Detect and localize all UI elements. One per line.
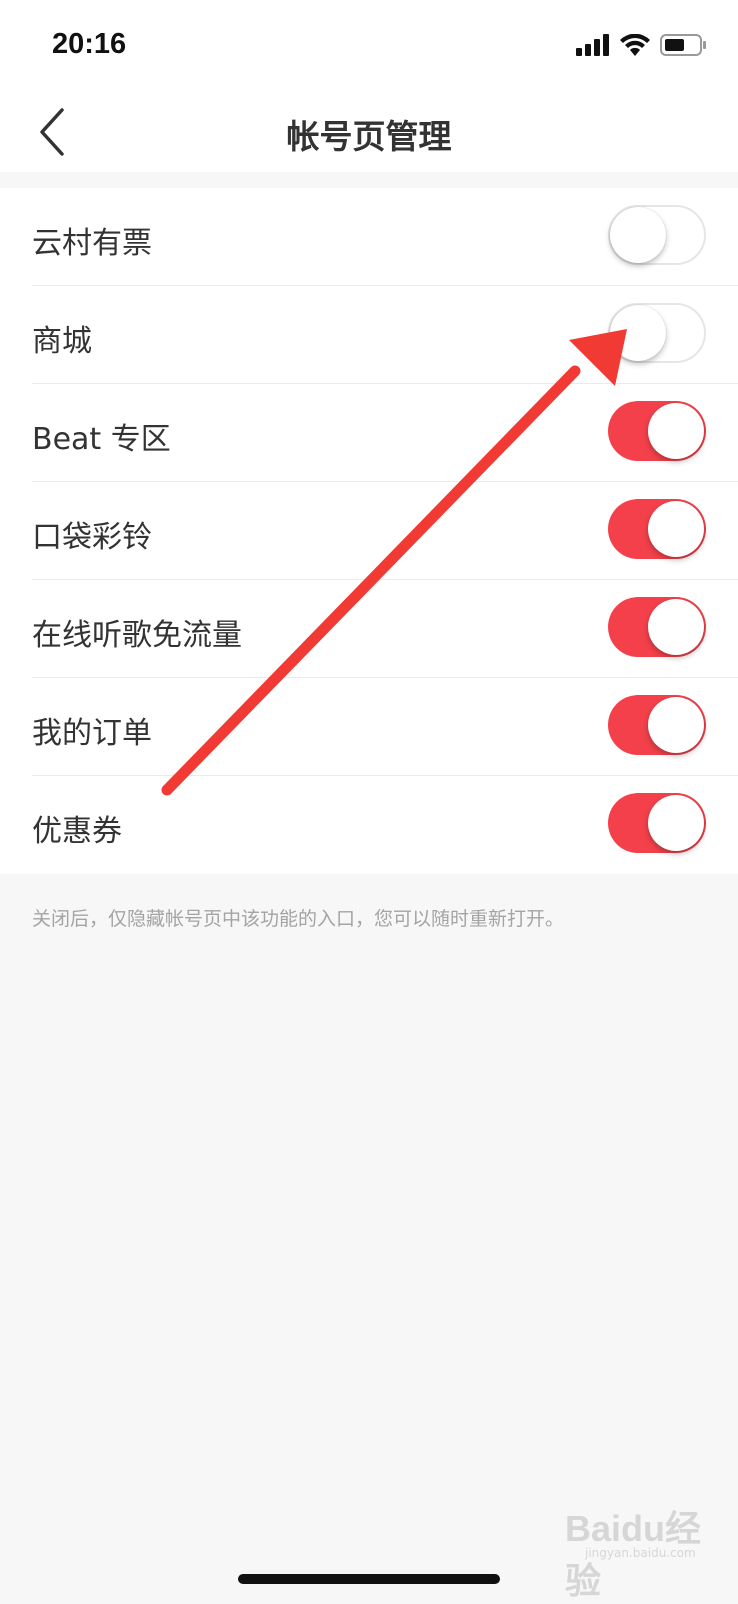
status-bar: 20:16 <box>0 0 738 92</box>
signal-icon <box>576 34 609 56</box>
page-title: 帐号页管理 <box>286 117 452 156</box>
toggle-knob <box>648 403 704 459</box>
toggle-knob <box>610 305 666 361</box>
toggle-switch[interactable] <box>608 499 706 559</box>
settings-row-label: 在线听歌免流量 <box>32 618 242 653</box>
settings-list: 云村有票商城 Beat 专区 口袋彩铃在线听歌免流量 我的订单优惠券 <box>0 188 738 874</box>
settings-row-label: 口袋彩铃 <box>32 520 152 555</box>
status-icons <box>576 30 708 60</box>
settings-row: 口袋彩铃 <box>0 482 738 580</box>
settings-row: 我的订单 <box>0 678 738 776</box>
settings-row-label: 云村有票 <box>32 226 152 261</box>
settings-row: 云村有票 <box>0 188 738 286</box>
settings-row: 商城 <box>0 286 738 384</box>
settings-row: 在线听歌免流量 <box>0 580 738 678</box>
toggle-switch[interactable] <box>608 401 706 461</box>
toggle-knob <box>610 207 666 263</box>
navigation-bar: 帐号页管理 <box>0 92 738 172</box>
settings-row-label: 我的订单 <box>32 716 152 751</box>
settings-row: 优惠券 <box>0 776 738 874</box>
toggle-switch[interactable] <box>608 695 706 755</box>
status-time: 20:16 <box>52 28 127 60</box>
toggle-knob <box>648 697 704 753</box>
toggle-switch[interactable] <box>608 597 706 657</box>
wifi-icon <box>620 34 650 56</box>
battery-icon <box>660 34 706 56</box>
toggle-switch[interactable] <box>608 793 706 853</box>
baidu-watermark: Baidu经验 jingyan.baidu.com <box>565 1488 725 1601</box>
settings-row-label: 优惠券 <box>32 814 122 849</box>
toggle-knob <box>648 795 704 851</box>
settings-row-label: 商城 <box>32 324 92 359</box>
settings-row-label: Beat 专区 <box>32 422 171 457</box>
footnote-text: 关闭后，仅隐藏帐号页中该功能的入口，您可以随时重新打开。 <box>32 908 565 930</box>
watermark-subtext: jingyan.baidu.com <box>585 1546 696 1560</box>
settings-row: Beat 专区 <box>0 384 738 482</box>
toggle-switch[interactable] <box>608 205 706 265</box>
toggle-knob <box>648 501 704 557</box>
home-indicator[interactable] <box>238 1574 500 1584</box>
toggle-knob <box>648 599 704 655</box>
toggle-switch[interactable] <box>608 303 706 363</box>
